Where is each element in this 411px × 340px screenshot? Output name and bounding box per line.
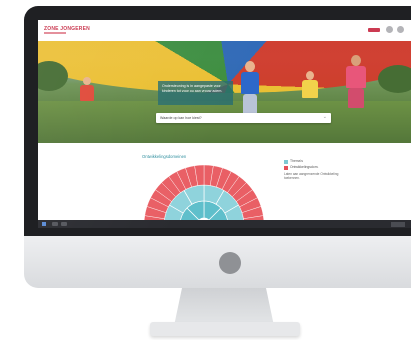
legend-swatch	[284, 165, 288, 170]
taskbar-app[interactable]	[61, 222, 67, 226]
start-icon[interactable]	[42, 222, 46, 226]
child-figure	[78, 77, 96, 117]
monitor-chin	[24, 236, 411, 288]
monitor-stand-base	[150, 322, 300, 336]
child-figure	[343, 55, 369, 117]
sunburst-chart[interactable]	[142, 163, 266, 228]
os-taskbar	[38, 220, 411, 228]
header-nav-link[interactable]	[368, 28, 380, 32]
site-header: ZONE JONGEREN	[38, 20, 411, 42]
search-placeholder: Waarde op kan hoe kiest?	[160, 115, 202, 120]
legend-note: Laten aan aangrenzende Ontwikkeling toek…	[284, 172, 339, 180]
logo-underline	[44, 32, 66, 34]
taskbar-clock	[391, 221, 405, 227]
chart-legend: Thema's Ontwikkelingsdom. Laten aan aang…	[284, 159, 340, 180]
child-figure	[300, 71, 320, 115]
monitor-logo-button	[219, 252, 241, 274]
monitor-stand	[174, 288, 274, 326]
taskbar-app[interactable]	[52, 222, 58, 226]
content-section: Ontwikkelingsdomeinen Thema's Ontwikkeli…	[38, 143, 411, 228]
legend-label: Ontwikkelingsdom.	[290, 165, 319, 169]
hero-panel-text: Ondersteuning is in aangepaste voor kind…	[162, 84, 223, 93]
user-icon[interactable]	[386, 26, 393, 33]
hero-banner: Ondersteuning is in aangepaste voor kind…	[38, 41, 411, 143]
legend-swatch	[284, 159, 288, 164]
monitor-screen: ZONE JONGEREN Ondersteuning is in aangep…	[38, 20, 411, 228]
legend-item[interactable]: Ontwikkelingsdom.	[284, 165, 340, 171]
hero-info-panel: Ondersteuning is in aangepaste voor kind…	[158, 81, 233, 105]
search-select[interactable]: Waarde op kan hoe kiest? ⌄	[156, 113, 331, 123]
chevron-down-icon[interactable]: ⌄	[323, 114, 327, 121]
tree	[378, 65, 411, 93]
tree	[38, 61, 68, 91]
imac-monitor: ZONE JONGEREN Ondersteuning is in aangep…	[22, 4, 411, 340]
child-figure	[238, 61, 262, 121]
menu-icon[interactable]	[397, 26, 404, 33]
chart-title: Ontwikkelingsdomeinen	[142, 154, 187, 159]
legend-label: Thema's	[290, 159, 303, 163]
